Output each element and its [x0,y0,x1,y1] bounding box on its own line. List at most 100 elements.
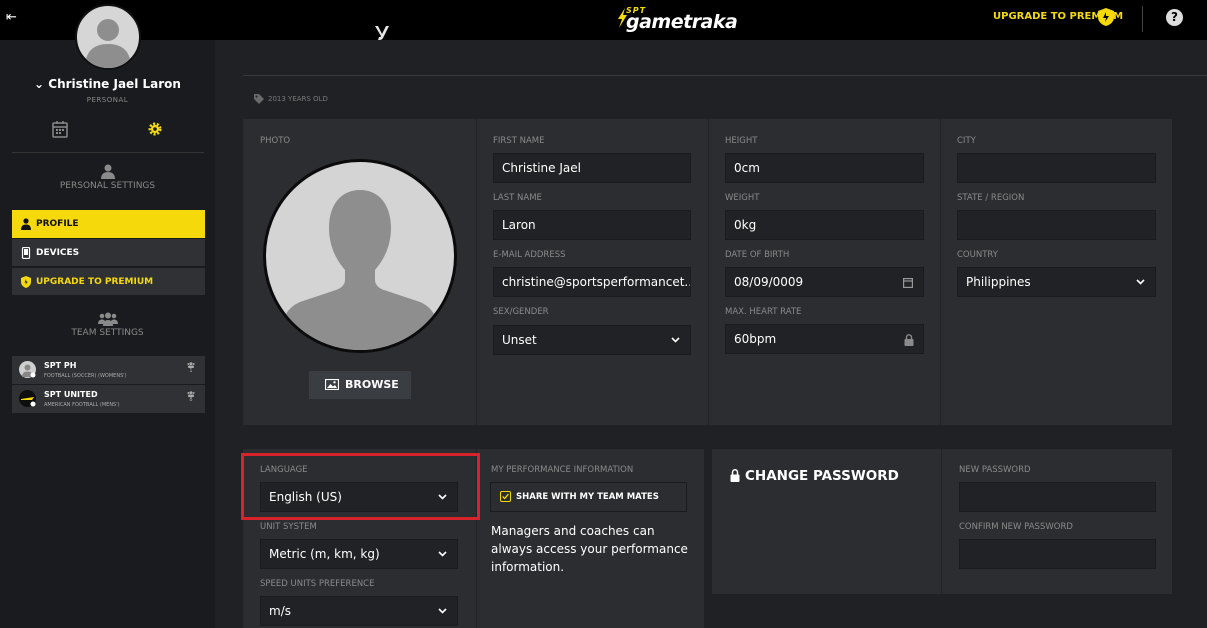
new-password-label: NEW PASSWORD [959,465,1031,475]
speed-units-select-value: m/s [269,604,291,618]
person-icon [101,164,115,179]
team-item-spt-united[interactable]: SPT UNITED AMERICAN FOOTBALL (MENS') 8 [12,385,205,413]
first-name-field[interactable]: Christine Jael [493,153,691,183]
speed-units-select[interactable]: m/s [260,596,458,626]
share-with-team-label: SHARE WITH MY TEAM MATES [516,492,659,502]
profile-panel: PHOTO BROWSE FIRST NAME Christine Jael L… [243,119,1172,425]
team-item-spt-ph[interactable]: SPT PH FOOTBALL (SOCCER) (WOMENS') 1 [12,356,205,384]
tag-icon [254,94,264,104]
gear-icon[interactable] [147,121,163,137]
logo-main-text: gametraka [626,11,738,33]
shield-icon [21,276,31,288]
confirm-password-label: CONFIRM NEW PASSWORD [959,522,1073,532]
topbar-separator [1142,6,1143,32]
profile-photo-silhouette-icon [278,190,442,350]
new-password-field[interactable] [959,482,1156,512]
team-member-count: 1 [186,362,196,374]
column-separator [940,119,941,425]
sex-label: SEX/GENDER [493,307,549,317]
max-heart-rate-label: MAX. HEART RATE [725,307,802,317]
avatar[interactable] [75,4,141,70]
team-member-count-value: 1 [189,368,193,374]
help-icon[interactable]: ? [1166,9,1183,26]
state-label: STATE / REGION [957,193,1025,203]
max-heart-rate-field: 60bpm [725,324,924,354]
team-logo [19,361,36,378]
shield-icon[interactable] [1098,8,1114,26]
team-sport: AMERICAN FOOTBALL (MENS') [44,402,120,408]
sidebar-divider [12,152,204,153]
browse-button[interactable]: BROWSE [309,371,411,399]
lock-icon [904,334,914,346]
state-field[interactable] [957,210,1156,240]
unit-system-select[interactable]: Metric (m, km, kg) [260,539,458,569]
weight-field[interactable]: 0kg [725,210,924,240]
chevron-down-icon [438,608,447,614]
team-logo [19,390,36,407]
user-name-text: Christine Jael Laron [48,77,181,91]
header-divider [243,75,1207,76]
sidebar-item-upgrade[interactable]: UPGRADE TO PREMIUM [12,267,205,295]
lock-icon [730,469,740,482]
sidebar-item-profile[interactable]: PROFILE [12,210,205,238]
app-logo[interactable]: SPT gametraka [616,5,738,33]
group-icon [98,312,118,326]
change-password-title-text: CHANGE PASSWORD [745,468,899,484]
team-avatar-icon [22,364,36,378]
team-name: SPT UNITED [44,390,98,399]
avatar-silhouette-icon [85,19,131,68]
confirm-password-field[interactable] [959,539,1156,569]
personal-settings-heading: PERSONAL SETTINGS [59,181,156,191]
change-password-title: CHANGE PASSWORD [730,468,899,484]
dob-label: DATE OF BIRTH [725,250,790,260]
change-password-panel: CHANGE PASSWORD NEW PASSWORD CONFIRM NEW… [712,449,1172,594]
sex-select[interactable]: Unset [493,325,691,355]
profile-icon [21,218,31,230]
team-sport: FOOTBALL (SOCCER) (WOMENS') [44,373,127,379]
performance-info-label: MY PERFORMANCE INFORMATION [491,465,634,475]
performance-info-description: Managers and coaches can always access y… [491,524,688,574]
team-name: SPT PH [44,361,77,370]
image-icon [325,379,339,390]
city-field[interactable] [957,153,1156,183]
sidebar-item-label: PROFILE [36,219,79,229]
sex-select-value: Unset [502,333,537,347]
country-label: COUNTRY [957,250,998,260]
team-member-count-value: 8 [189,397,193,403]
dob-field[interactable]: 08/09/0009 [725,267,924,297]
last-name-field[interactable]: Laron [493,210,691,240]
chevron-down-icon [671,337,680,343]
sidebar-item-devices[interactable]: DEVICES [12,238,205,266]
user-name[interactable]: ⌄ Christine Jael Laron [0,77,215,91]
unit-system-label: UNIT SYSTEM [260,522,317,532]
email-field[interactable]: christine@sportsperformancet... [493,267,691,297]
collapse-sidebar-icon[interactable]: ⇤ [6,11,20,25]
email-label: E-MAIL ADDRESS [493,250,566,260]
speed-units-label: SPEED UNITS PREFERENCE [260,579,375,589]
column-separator [476,119,477,425]
unit-system-select-value: Metric (m, km, kg) [269,547,380,561]
team-member-count: 8 [186,391,196,403]
country-select[interactable]: Philippines [957,267,1156,297]
chevron-down-icon [1136,279,1145,285]
team-settings-heading: TEAM SETTINGS [71,328,144,338]
last-name-label: LAST NAME [493,193,542,203]
highlight-box [241,453,480,520]
city-label: CITY [957,136,976,146]
browse-button-label: BROWSE [345,378,399,391]
device-icon [21,247,31,259]
user-role: PERSONAL [86,96,129,104]
dob-field-value: 08/09/0009 [734,275,804,289]
sidebar-item-label: UPGRADE TO PREMIUM [36,277,154,287]
photo-label: PHOTO [260,136,291,146]
sidebar-item-label: DEVICES [36,248,80,258]
height-field[interactable]: 0cm [725,153,924,183]
calendar-icon[interactable] [52,120,68,138]
share-with-team-checkbox[interactable]: SHARE WITH MY TEAM MATES [490,482,687,512]
height-label: HEIGHT [725,136,758,146]
first-name-label: FIRST NAME [493,136,545,146]
chevron-down-icon [438,551,447,557]
page-title-fragment [375,26,389,40]
calendar-icon[interactable] [903,277,913,288]
column-separator [941,449,942,594]
